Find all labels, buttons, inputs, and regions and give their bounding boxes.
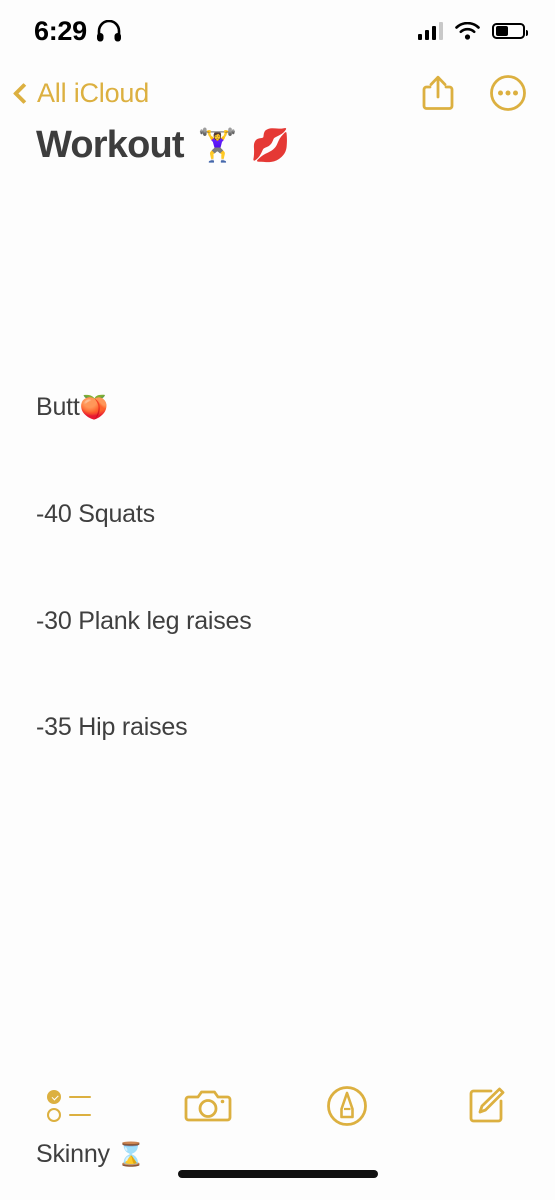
section-heading-text: Butt (36, 392, 80, 421)
headphones-icon (96, 20, 122, 42)
nav-bar: All iCloud (0, 62, 555, 124)
weightlifter-emoji: 🏋️‍♀️ (197, 127, 238, 164)
section-heading: Skinny ⌛ (36, 1137, 535, 1173)
nav-actions (421, 74, 527, 112)
section-butt: Butt🍑 -40 Squats -30 Plank leg raises -3… (36, 319, 535, 817)
camera-button[interactable] (139, 1070, 278, 1142)
status-bar: 6:29 (0, 0, 555, 62)
hourglass-emoji: ⌛ (116, 1141, 146, 1168)
list-item: -40 Squats (36, 499, 155, 528)
markup-button[interactable] (278, 1070, 417, 1142)
section-heading: Butt🍑 (36, 390, 535, 426)
list-item: -30 Plank leg raises (36, 606, 252, 635)
note-title: Workout 🏋️‍♀️ 💋 (36, 124, 291, 167)
markup-pen-icon (326, 1085, 368, 1127)
back-button-label: All iCloud (37, 77, 150, 108)
share-icon[interactable] (421, 74, 455, 112)
more-options-icon[interactable] (489, 74, 527, 112)
checklist-icon (47, 1090, 92, 1122)
notes-app-screen: 6:29 (0, 0, 555, 1200)
cellular-signal-icon (417, 22, 443, 40)
back-button-all-icloud[interactable]: All iCloud (12, 77, 150, 109)
status-time: 6:29 (34, 15, 87, 46)
note-body[interactable]: Butt🍑 -40 Squats -30 Plank leg raises -3… (36, 212, 535, 1200)
battery-icon (492, 23, 528, 39)
checklist-button[interactable] (0, 1070, 139, 1142)
list-item: -35 Hip raises (36, 713, 188, 742)
status-bar-right (417, 22, 528, 40)
bottom-toolbar (0, 1070, 555, 1142)
peach-emoji: 🍑 (79, 393, 109, 420)
status-bar-left: 6:29 (34, 15, 122, 46)
camera-icon (184, 1086, 232, 1126)
wifi-icon (455, 22, 480, 40)
compose-button[interactable] (416, 1070, 555, 1142)
section-heading-text: Skinny (36, 1140, 117, 1169)
chevron-left-icon (12, 82, 35, 104)
home-indicator[interactable] (177, 1170, 378, 1178)
note-title-text: Workout (36, 124, 185, 166)
kiss-mark-emoji: 💋 (250, 127, 291, 164)
compose-icon (465, 1085, 507, 1127)
